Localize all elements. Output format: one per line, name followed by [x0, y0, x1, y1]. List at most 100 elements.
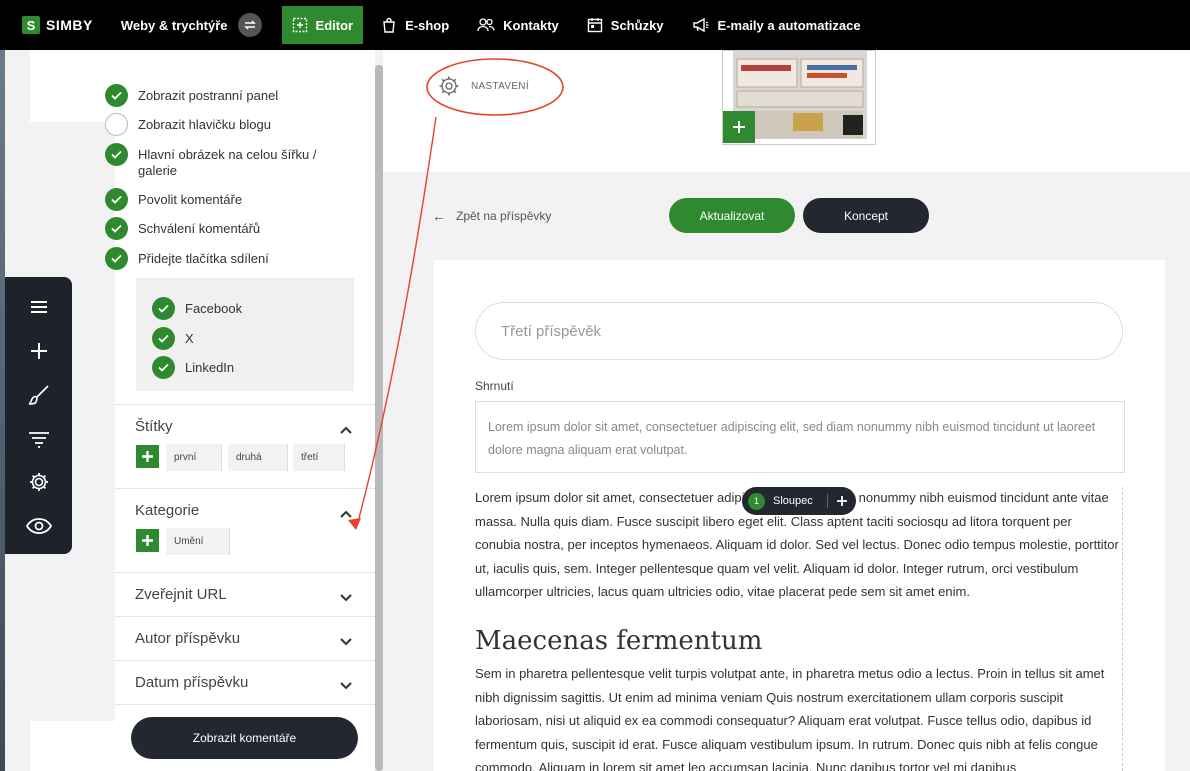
logo-icon: S: [22, 16, 40, 34]
preview-button[interactable]: [25, 512, 53, 540]
site-name[interactable]: Weby & trychtýře: [121, 18, 228, 33]
plus-icon: [142, 451, 153, 462]
column-toolbar[interactable]: 1 Sloupec: [742, 487, 856, 515]
tags-section-title[interactable]: Štítky: [135, 418, 173, 435]
simby-logo[interactable]: S SIMBY: [22, 16, 93, 34]
scrollbar-thumb[interactable]: [375, 65, 383, 771]
option-label: Zobrazit hlavičku blogu: [138, 117, 271, 132]
update-button[interactable]: Aktualizovat: [669, 198, 795, 233]
add-tag-button[interactable]: [136, 445, 159, 468]
summary-textarea[interactable]: Lorem ipsum dolor sit amet, consectetuer…: [475, 401, 1125, 473]
tag-item[interactable]: první: [166, 444, 222, 471]
body-paragraph[interactable]: Sem in pharetra pellentesque velit turpi…: [475, 662, 1120, 771]
calendar-icon: [587, 17, 603, 33]
nav-eshop[interactable]: E-shop: [371, 6, 459, 44]
tag-item[interactable]: třetí: [293, 444, 345, 471]
megaphone-icon: [692, 17, 710, 33]
switch-site-button[interactable]: [237, 13, 262, 37]
nav-editor[interactable]: Editor: [281, 6, 364, 44]
option-show-sidebar[interactable]: Zobrazit postranní panel: [105, 84, 279, 107]
column-label: Sloupec: [773, 495, 813, 507]
nav-emails-label: E-maily a automatizace: [717, 17, 861, 33]
eye-icon: [26, 518, 52, 534]
nav-contacts-label: Kontakty: [503, 17, 559, 33]
gear-icon: [439, 76, 459, 96]
settings-button[interactable]: [25, 468, 53, 496]
add-category-button[interactable]: [136, 529, 159, 552]
filter-icon: [29, 432, 49, 448]
nav-meetings[interactable]: Schůzky: [577, 6, 674, 44]
option-share-buttons[interactable]: Přidejte tlačítka sdílení: [105, 247, 269, 270]
share-linkedin[interactable]: LinkedIn: [152, 356, 234, 379]
publish-url-section[interactable]: Zveřejnit URL: [135, 586, 227, 603]
add-block-button[interactable]: [25, 337, 53, 365]
checkbox-checked-icon: [152, 356, 175, 379]
add-image-button[interactable]: [723, 111, 755, 143]
nav-contacts[interactable]: Kontakty: [467, 6, 569, 44]
sidebar-scrollbar[interactable]: [375, 65, 383, 771]
body-heading[interactable]: Maecenas fermentum: [475, 626, 762, 656]
chevron-down-icon[interactable]: [339, 591, 353, 605]
settings-link[interactable]: NASTAVENÍ: [438, 75, 529, 97]
nav-emails[interactable]: E-maily a automatizace: [682, 6, 871, 44]
swap-icon: [243, 20, 256, 30]
featured-image-frame[interactable]: [722, 50, 876, 145]
brand-name: SIMBY: [46, 17, 93, 33]
checkbox-checked-icon: [152, 297, 175, 320]
add-column-icon[interactable]: [836, 495, 848, 507]
divider: [115, 704, 375, 705]
post-date-section[interactable]: Datum příspěvku: [135, 674, 248, 691]
draft-button[interactable]: Koncept: [803, 198, 929, 233]
settings-label: NASTAVENÍ: [471, 80, 529, 92]
categories-section-title[interactable]: Kategorie: [135, 502, 199, 519]
column-count-badge: 1: [748, 492, 765, 510]
chevron-up-icon[interactable]: [339, 507, 353, 521]
toolbar-divider: [826, 494, 828, 508]
checkbox-checked-icon: [105, 247, 128, 270]
category-item[interactable]: Umění: [166, 528, 230, 555]
design-button[interactable]: [25, 381, 53, 409]
post-author-section[interactable]: Autor příspěvku: [135, 630, 240, 647]
column-guide: [1122, 487, 1123, 771]
share-facebook[interactable]: Facebook: [152, 297, 243, 320]
checkbox-checked-icon: [105, 217, 128, 240]
share-x[interactable]: X: [152, 327, 194, 350]
divider: [115, 660, 375, 661]
chevron-up-icon[interactable]: [339, 423, 353, 437]
option-label: Schválení komentářů: [138, 221, 261, 236]
filter-button[interactable]: [25, 425, 53, 453]
menu-button[interactable]: [25, 293, 53, 321]
option-comment-approval[interactable]: Schválení komentářů: [105, 217, 261, 240]
option-full-width-image[interactable]: Hlavní obrázek na celou šířku / galerie: [105, 143, 335, 179]
share-label: Facebook: [185, 301, 243, 316]
divider: [115, 404, 375, 405]
show-comments-button[interactable]: Zobrazit komentáře: [131, 717, 358, 759]
post-title-input[interactable]: Třetí příspěvěk: [475, 302, 1123, 360]
add-icon: [31, 343, 47, 359]
gear-icon: [30, 473, 48, 491]
back-to-posts-link[interactable]: ← Zpět na příspěvky: [432, 208, 551, 224]
checkbox-checked-icon: [105, 84, 128, 107]
tag-item[interactable]: druhá: [228, 444, 288, 471]
option-allow-comments[interactable]: Povolit komentáře: [105, 188, 243, 211]
share-label: X: [185, 331, 194, 346]
plus-icon: [142, 535, 153, 546]
checkbox-checked-icon: [105, 143, 128, 166]
back-label: Zpět na příspěvky: [456, 209, 552, 223]
shopping-bag-icon: [381, 17, 397, 33]
chevron-down-icon[interactable]: [339, 679, 353, 693]
nav-eshop-label: E-shop: [405, 17, 450, 33]
nav-editor-label: Editor: [315, 17, 354, 33]
option-label: Povolit komentáře: [138, 192, 243, 207]
chevron-down-icon[interactable]: [339, 635, 353, 649]
option-label: Zobrazit postranní panel: [138, 88, 279, 103]
option-label: Přidejte tlačítka sdílení: [138, 251, 269, 266]
top-navigation-bar: S SIMBY Weby & trychtýře Editor E-shop K…: [0, 0, 1190, 50]
option-show-blog-header[interactable]: Zobrazit hlavičku blogu: [105, 113, 271, 136]
brush-icon: [28, 385, 49, 405]
checkbox-unchecked-icon: [105, 113, 128, 136]
menu-icon: [31, 301, 47, 313]
arrow-left-icon: ←: [432, 208, 446, 224]
editor-tool-rail: [5, 277, 72, 554]
summary-label: Shrnutí: [475, 379, 514, 393]
